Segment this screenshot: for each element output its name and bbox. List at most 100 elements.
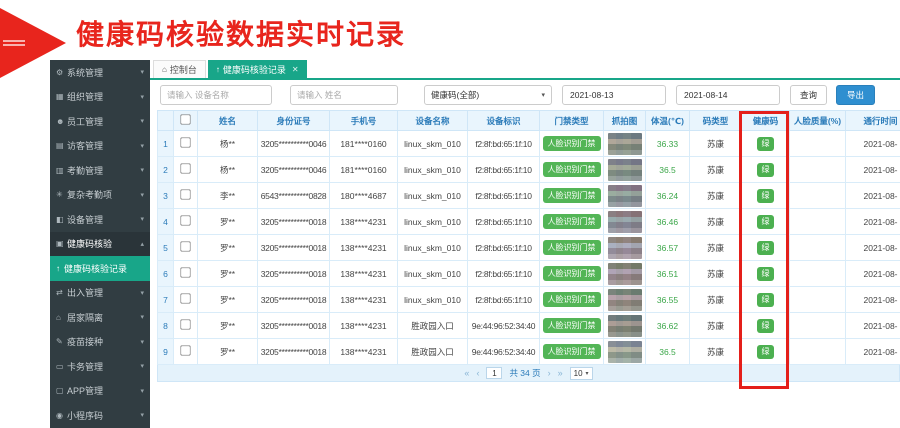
chevron-down-icon: ▾ xyxy=(140,166,144,174)
snapshot-image[interactable] xyxy=(608,237,642,259)
tab-console[interactable]: ⌂ 控制台 xyxy=(153,60,206,78)
sidebar-item-label: 出入管理 xyxy=(67,286,140,299)
sidebar-item-组织管理[interactable]: ▦组织管理▾ xyxy=(50,85,150,110)
health-code-badge[interactable]: 绿 xyxy=(757,241,774,255)
health-code-badge[interactable]: 绿 xyxy=(757,293,774,307)
tab-health-record[interactable]: ↑ 健康码核验记录 ✕ xyxy=(208,60,307,78)
row-checkbox[interactable] xyxy=(180,345,190,355)
row-checkbox[interactable] xyxy=(180,189,190,199)
date-from-input[interactable]: 2021-08-13 xyxy=(562,85,666,105)
header-码类型: 码类型 xyxy=(690,111,742,131)
chevron-down-icon: ▾ xyxy=(586,370,589,377)
row-checkbox[interactable] xyxy=(180,137,190,147)
date-from-value: 2021-08-13 xyxy=(570,90,613,100)
search-button[interactable]: 查询 xyxy=(790,85,827,105)
row-number: 8 xyxy=(158,313,174,339)
sidebar-item-员工管理[interactable]: ☻员工管理▾ xyxy=(50,109,150,134)
cell-gate-type: 人脸识别门禁 xyxy=(540,209,604,235)
sidebar-item-APP管理[interactable]: ▢APP管理▾ xyxy=(50,379,150,404)
miniprogram-icon: ◉ xyxy=(56,411,67,420)
snapshot-image[interactable] xyxy=(608,159,642,181)
prev-page-button[interactable]: ‹ xyxy=(476,368,479,378)
table-body: 1杨**3205**********0046181****0160linux_s… xyxy=(158,131,900,365)
sidebar-item-疫苗接种[interactable]: ✎疫苗接种▾ xyxy=(50,330,150,355)
select-all-checkbox[interactable] xyxy=(180,114,190,124)
sidebar-item-健康码核验[interactable]: ▣健康码核验▴ xyxy=(50,232,150,257)
first-page-button[interactable]: « xyxy=(464,368,469,378)
health-code-badge[interactable]: 绿 xyxy=(757,267,774,281)
gate-type-button[interactable]: 人脸识别门禁 xyxy=(543,266,601,281)
gate-type-button[interactable]: 人脸识别门禁 xyxy=(543,136,601,151)
row-checkbox[interactable] xyxy=(180,241,190,251)
snapshot-image[interactable] xyxy=(608,263,642,285)
export-button[interactable]: 导出 xyxy=(836,85,875,105)
row-checkbox[interactable] xyxy=(180,293,190,303)
row-checkbox[interactable] xyxy=(180,319,190,329)
header-门禁类型: 门禁类型 xyxy=(540,111,604,131)
sidebar-item-卡务管理[interactable]: ▭卡务管理▾ xyxy=(50,354,150,379)
sidebar-item-复杂考勤项[interactable]: ✳复杂考勤项▾ xyxy=(50,183,150,208)
sidebar-item-label: 系统管理 xyxy=(67,66,140,79)
row-checkbox[interactable] xyxy=(180,267,190,277)
device-name-input[interactable] xyxy=(160,85,272,105)
sidebar-item-访客管理[interactable]: ▤访客管理▾ xyxy=(50,134,150,159)
row-checkbox-cell xyxy=(174,339,198,365)
cell-temperature: 36.5 xyxy=(646,157,690,183)
cell-gate-type: 人脸识别门禁 xyxy=(540,339,604,365)
cell-temperature: 36.57 xyxy=(646,235,690,261)
snapshot-image[interactable] xyxy=(608,341,642,363)
sidebar-item-健康码核验记录[interactable]: ↑健康码核验记录 xyxy=(50,256,150,281)
cell-face-quality xyxy=(790,313,846,339)
gate-type-button[interactable]: 人脸识别门禁 xyxy=(543,162,601,177)
gate-type-button[interactable]: 人脸识别门禁 xyxy=(543,240,601,255)
row-checkbox[interactable] xyxy=(180,215,190,225)
health-code-badge[interactable]: 绿 xyxy=(757,345,774,359)
health-code-badge[interactable]: 绿 xyxy=(757,163,774,177)
health-code-select-value: 健康码(全部) xyxy=(431,89,479,101)
sidebar-item-系统管理[interactable]: ⚙系统管理▾ xyxy=(50,60,150,85)
sidebar-item-考勤管理[interactable]: ▥考勤管理▾ xyxy=(50,158,150,183)
cell-device-mac: 9e:44:96:52:34:40 xyxy=(468,313,540,339)
health-code-badge[interactable]: 绿 xyxy=(757,189,774,203)
date-to-input[interactable]: 2021-08-14 xyxy=(676,85,780,105)
close-icon[interactable]: ✕ xyxy=(292,65,299,74)
cell-snapshot xyxy=(604,287,646,313)
last-page-button[interactable]: » xyxy=(558,368,563,378)
sidebar-item-label: 组织管理 xyxy=(67,90,140,103)
next-page-button[interactable]: › xyxy=(548,368,551,378)
row-checkbox[interactable] xyxy=(180,163,190,173)
table-row: 7罗**3205**********0018138****4231linux_s… xyxy=(158,287,900,313)
gate-type-button[interactable]: 人脸识别门禁 xyxy=(543,318,601,333)
page-number-input[interactable] xyxy=(486,367,502,379)
person-name-input[interactable] xyxy=(290,85,398,105)
health-code-badge[interactable]: 绿 xyxy=(757,215,774,229)
cell-temperature: 36.33 xyxy=(646,131,690,157)
snapshot-image[interactable] xyxy=(608,133,642,155)
snapshot-image[interactable] xyxy=(608,185,642,207)
row-number: 5 xyxy=(158,235,174,261)
page-size-select[interactable]: 10 ▾ xyxy=(570,367,593,380)
gate-type-button[interactable]: 人脸识别门禁 xyxy=(543,344,601,359)
snapshot-image[interactable] xyxy=(608,315,642,337)
gate-type-button[interactable]: 人脸识别门禁 xyxy=(543,188,601,203)
sidebar-item-设备管理[interactable]: ◧设备管理▾ xyxy=(50,207,150,232)
sidebar-item-出入管理[interactable]: ⇄出入管理▾ xyxy=(50,281,150,306)
health-code-select[interactable]: 健康码(全部) ▾ xyxy=(424,85,552,105)
table-row: 4罗**3205**********0018138****4231linux_s… xyxy=(158,209,900,235)
page-size-value: 10 xyxy=(574,369,583,378)
gate-type-button[interactable]: 人脸识别门禁 xyxy=(543,214,601,229)
snapshot-image[interactable] xyxy=(608,289,642,311)
gate-type-button[interactable]: 人脸识别门禁 xyxy=(543,292,601,307)
sidebar: ⚙系统管理▾▦组织管理▾☻员工管理▾▤访客管理▾▥考勤管理▾✳复杂考勤项▾◧设备… xyxy=(50,60,150,428)
health-code-badge[interactable]: 绿 xyxy=(757,319,774,333)
attendance-icon: ▥ xyxy=(56,166,67,175)
sidebar-item-小程序码[interactable]: ◉小程序码▾ xyxy=(50,403,150,428)
health-code-badge[interactable]: 绿 xyxy=(757,137,774,151)
total-pages-label: 共 34 页 xyxy=(509,367,540,379)
snapshot-image[interactable] xyxy=(608,211,642,233)
cell-gate-type: 人脸识别门禁 xyxy=(540,131,604,157)
sidebar-item-label: 设备管理 xyxy=(67,213,140,226)
row-number: 2 xyxy=(158,157,174,183)
cell-id-number: 3205**********0046 xyxy=(258,131,330,157)
sidebar-item-居家隔离[interactable]: ⌂居家隔离▾ xyxy=(50,305,150,330)
